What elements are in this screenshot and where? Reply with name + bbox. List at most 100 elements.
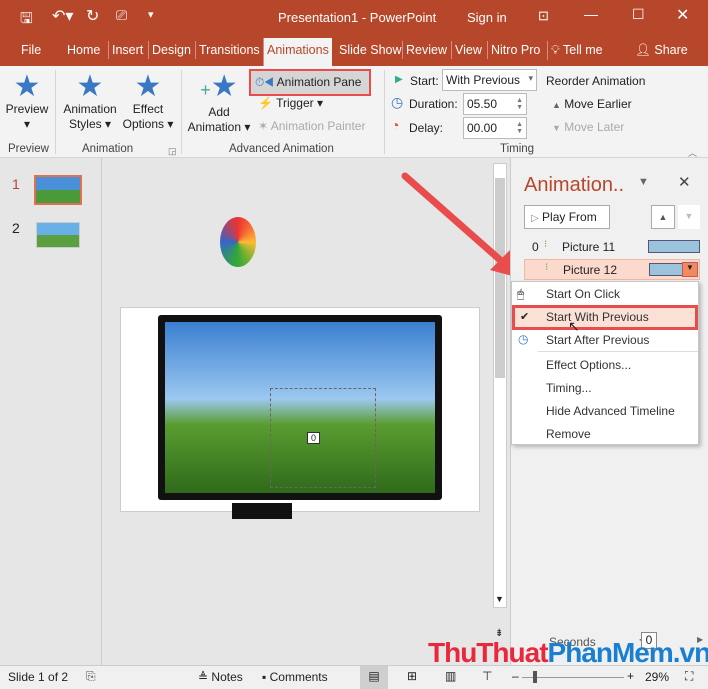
- share-button[interactable]: 👤︎ Share: [632, 41, 691, 60]
- duration-input[interactable]: 05.50 ▲ ▼: [463, 93, 527, 115]
- menu-item-timing[interactable]: Timing...: [546, 381, 592, 395]
- slide-thumbnails-panel: 1 2: [0, 158, 102, 665]
- notes-icon: ≜: [198, 670, 209, 684]
- label: Options: [122, 117, 164, 131]
- close-button[interactable]: ✕: [676, 5, 689, 25]
- tab-view[interactable]: View: [451, 41, 485, 59]
- tab-design[interactable]: Design: [148, 41, 194, 59]
- move-up-button[interactable]: ▲: [651, 205, 675, 229]
- animation-painter-button[interactable]: ✶ Animation Painter: [258, 119, 365, 133]
- play-from-button[interactable]: ▷ Play From: [524, 205, 610, 229]
- ribbon-tabs: File Home Insert Design Transitions Anim…: [0, 34, 708, 66]
- pane-options-icon[interactable]: ▼: [638, 176, 649, 188]
- zoom-level[interactable]: 29%: [645, 670, 669, 684]
- minimize-button[interactable]: —: [584, 6, 598, 22]
- zoom-out-button[interactable]: –: [512, 669, 519, 683]
- ribbon-display-icon[interactable]: ⊡: [538, 8, 549, 24]
- mouse-icon: 🖱︎: [517, 287, 525, 301]
- label: Move Earlier: [564, 97, 632, 111]
- label: Trigger: [276, 96, 314, 110]
- save-icon[interactable]: 🖫: [20, 8, 33, 33]
- notes-button[interactable]: ≜ Notes: [198, 670, 243, 684]
- label: Animation Painter: [270, 119, 366, 133]
- label: Add: [208, 105, 230, 119]
- tab-review[interactable]: Review: [402, 41, 450, 59]
- slideshow-from-start-icon[interactable]: ⎚: [116, 7, 127, 24]
- delay-value: 00.00: [467, 121, 498, 135]
- motion-path-icon: ⁝: [545, 262, 549, 273]
- menu-item-effect-options[interactable]: Effect Options...: [546, 358, 631, 372]
- group-label-timing: Timing: [500, 143, 535, 155]
- animation-pane-icon: ⏱◀: [255, 75, 274, 89]
- comments-button[interactable]: ▪ Comments: [262, 670, 328, 684]
- tab-file[interactable]: File: [18, 41, 44, 59]
- customize-qat-icon[interactable]: ▾: [148, 8, 154, 21]
- fit-to-window-icon[interactable]: ⛶: [685, 669, 693, 684]
- title-bar: 🖫 ↶▾ ↻ ⎚ ▾ Presentation1 - PowerPoint Si…: [0, 0, 708, 34]
- sign-in-link[interactable]: Sign in: [467, 10, 507, 25]
- menu-item-start-on-click[interactable]: Start On Click: [546, 287, 620, 301]
- scroll-down-icon[interactable]: ▼: [495, 594, 504, 604]
- triangle-down-icon: ▼: [552, 123, 561, 133]
- preview-label: Preview: [5, 102, 49, 116]
- zoom-slider[interactable]: [522, 677, 624, 678]
- normal-view-button[interactable]: ▤: [360, 666, 388, 689]
- zoom-slider-thumb[interactable]: [533, 671, 537, 683]
- label: Effect: [132, 102, 164, 116]
- label: Move Later: [564, 120, 625, 134]
- animation-styles-button[interactable]: ★ Animation Styles ▾: [58, 72, 122, 132]
- tab-home[interactable]: Home: [64, 41, 103, 59]
- slideshow-button[interactable]: ⊤: [482, 669, 492, 683]
- undo-icon[interactable]: ↶▾: [52, 6, 73, 26]
- start-select[interactable]: With Previous ▾: [442, 69, 537, 91]
- dialog-launcher-icon[interactable]: ◲: [168, 146, 177, 157]
- slide-sorter-button[interactable]: ⊞: [407, 669, 417, 683]
- tab-tell-me[interactable]: 💡︎ Tell me: [547, 41, 606, 60]
- balloon-image: [220, 217, 256, 267]
- menu-item-remove[interactable]: Remove: [546, 427, 591, 441]
- tab-insert[interactable]: Insert: [108, 41, 146, 59]
- label: Animation Pane: [276, 75, 362, 89]
- item-dropdown-button[interactable]: ▼: [682, 262, 698, 277]
- preview-button[interactable]: ★ Preview ▾: [4, 72, 50, 132]
- ribbon: ★ Preview ▾ Preview ★ Animation Styles ▾ ★…: [0, 66, 708, 158]
- mouse-cursor-icon: ↖: [568, 318, 580, 334]
- slide-thumbnail-1[interactable]: [34, 175, 82, 205]
- maximize-button[interactable]: ☐: [632, 6, 645, 23]
- selection-box[interactable]: [270, 388, 376, 488]
- motion-path-icon: ⁝: [544, 239, 548, 250]
- slide-count: Slide 1 of 2: [8, 670, 69, 684]
- delay-input[interactable]: 00.00 ▲ ▼: [463, 117, 527, 139]
- menu-item-start-after-previous[interactable]: Start After Previous: [546, 333, 649, 347]
- document-title: Presentation1 - PowerPoint: [278, 10, 437, 25]
- redo-icon[interactable]: ↻: [86, 6, 99, 26]
- slide-thumbnail-2[interactable]: [36, 222, 80, 248]
- label: Play From: [542, 210, 597, 224]
- trigger-button[interactable]: ⚡ Trigger ▾: [258, 96, 323, 110]
- tab-slide-show[interactable]: Slide Show: [336, 41, 405, 59]
- watermark: ThuThuatPhanMem.vn: [428, 637, 708, 668]
- pane-close-icon[interactable]: ✕: [678, 173, 691, 191]
- tab-animations[interactable]: Animations: [263, 38, 332, 66]
- animation-item-selected[interactable]: ⁝ Picture 12 ▼: [524, 259, 700, 280]
- move-earlier-button[interactable]: ▲ Move Earlier: [552, 97, 632, 111]
- effect-options-button[interactable]: ★ Effect Options ▾: [120, 72, 176, 132]
- reading-view-button[interactable]: ▥: [445, 669, 456, 683]
- zoom-in-button[interactable]: +: [627, 669, 634, 683]
- tab-nitro-pro[interactable]: Nitro Pro: [487, 41, 543, 59]
- comment-icon: ▪: [262, 670, 267, 684]
- animation-pane-button[interactable]: ⏱◀ Animation Pane: [249, 69, 371, 96]
- spellcheck-icon[interactable]: ⎘: [86, 669, 96, 684]
- lightbulb-icon: 💡︎: [551, 43, 560, 57]
- move-down-button[interactable]: ▼: [678, 205, 700, 229]
- move-later-button[interactable]: ▼ Move Later: [552, 120, 624, 134]
- menu-item-hide-advanced-timeline[interactable]: Hide Advanced Timeline: [546, 404, 675, 418]
- pane-title: Animation..: [524, 174, 625, 196]
- clock-icon: ◷: [518, 332, 529, 346]
- add-animation-button[interactable]: +★ Add Animation ▾: [185, 72, 253, 135]
- tab-transitions[interactable]: Transitions: [195, 41, 263, 59]
- share-label: Share: [654, 43, 688, 57]
- duration-label: Duration:: [409, 97, 458, 111]
- animation-item[interactable]: 0 ⁝ Picture 11: [524, 237, 700, 257]
- label: Notes: [211, 670, 243, 684]
